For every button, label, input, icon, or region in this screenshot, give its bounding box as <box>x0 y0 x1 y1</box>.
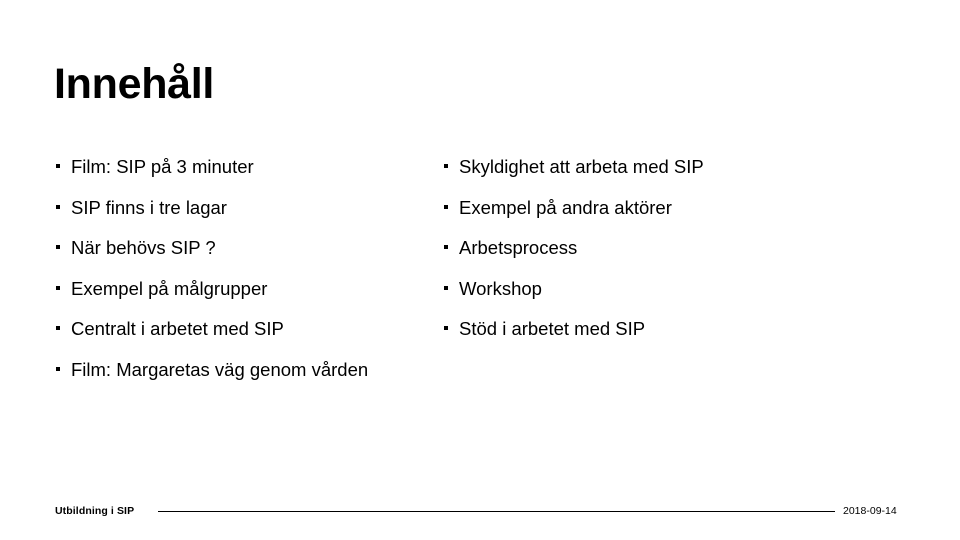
list-item-label: Film: Margaretas väg genom vården <box>71 358 369 380</box>
slide-footer: Utbildning i SIP 2018-09-14 <box>0 496 960 540</box>
list-item-label: När behövs SIP ? <box>71 237 216 259</box>
bullet-icon <box>56 204 60 209</box>
bullet-icon <box>56 285 60 290</box>
slide: Innehåll Film: SIP på 3 minuter SIP finn… <box>0 0 960 540</box>
bullet-icon <box>444 285 448 290</box>
list-item: Film: Margaretas väg genom vården <box>54 355 424 425</box>
bullet-icon <box>444 164 448 168</box>
list-item: Film: SIP på 3 minuter <box>54 152 424 193</box>
list-item: Stöd i arbetet med SIP <box>442 314 862 355</box>
list-item-label: Centralt i arbetet med SIP <box>71 318 284 340</box>
list-item-label: Exempel på andra aktörer <box>459 196 672 218</box>
bullet-icon <box>56 164 60 168</box>
bullet-icon <box>56 366 60 371</box>
list-item-label: SIP finns i tre lagar <box>71 196 227 218</box>
page-title: Innehåll <box>54 60 215 108</box>
list-item-label: Film: SIP på 3 minuter <box>71 156 254 177</box>
list-item: Exempel på målgrupper <box>54 274 424 315</box>
list-item: När behövs SIP ? <box>54 233 424 274</box>
list-item: Exempel på andra aktörer <box>442 193 862 234</box>
list-item-label: Skyldighet att arbeta med SIP <box>459 156 704 177</box>
list-item-label: Workshop <box>459 277 542 299</box>
bullet-icon <box>56 326 60 331</box>
footer-divider <box>158 511 835 512</box>
bullet-column-right: Skyldighet att arbeta med SIP Exempel på… <box>442 152 862 355</box>
bullet-icon <box>444 204 448 209</box>
list-item-label: Stöd i arbetet med SIP <box>459 318 646 340</box>
list-item-label: Exempel på målgrupper <box>71 277 268 299</box>
footer-title: Utbildning i SIP <box>55 505 135 517</box>
footer-date: 2018-09-14 <box>843 505 897 517</box>
bullet-icon <box>444 326 448 331</box>
list-item-label: Arbetsprocess <box>459 237 578 259</box>
bullet-icon <box>56 245 60 250</box>
list-item: Workshop <box>442 274 862 315</box>
bullet-icon <box>444 245 448 250</box>
list-item: Centralt i arbetet med SIP <box>54 314 424 355</box>
list-item: Skyldighet att arbeta med SIP <box>442 152 862 193</box>
list-item: Arbetsprocess <box>442 233 862 274</box>
list-item: SIP finns i tre lagar <box>54 193 424 234</box>
bullet-column-left: Film: SIP på 3 minuter SIP finns i tre l… <box>54 152 424 425</box>
